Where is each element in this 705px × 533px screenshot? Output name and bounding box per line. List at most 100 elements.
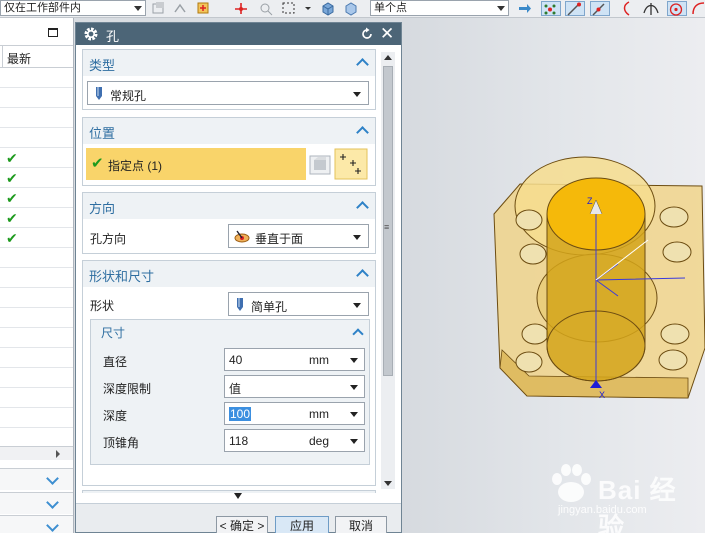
part-model[interactable]: Z X — [402, 18, 705, 533]
scroll-right-icon[interactable] — [56, 450, 60, 458]
list-item[interactable] — [0, 268, 73, 288]
dimensions-title: 尺寸 — [101, 326, 126, 340]
quadrant-icon[interactable] — [691, 1, 705, 16]
rectangle-select-icon[interactable] — [281, 1, 297, 16]
list-item[interactable] — [0, 108, 73, 128]
watermark-url: jingyan.baidu.com — [558, 504, 647, 516]
section-form-header[interactable]: 形状和尺寸 — [83, 261, 375, 287]
show-hide-icon[interactable] — [320, 1, 336, 16]
sketch-section-icon[interactable] — [309, 155, 331, 175]
dimensions-header[interactable]: 尺寸 — [91, 320, 369, 344]
list-item[interactable] — [0, 308, 73, 328]
part-navigator: 最新 ✔ ✔ ✔ ✔ ✔ — [0, 18, 74, 533]
list-item[interactable] — [0, 368, 73, 388]
cancel-button[interactable]: 取消 — [335, 516, 387, 533]
list-item[interactable]: ✔ — [0, 168, 73, 188]
chevron-down-icon[interactable] — [350, 439, 358, 444]
collapsed-panel-2[interactable] — [0, 492, 73, 514]
assembly-icon[interactable] — [151, 1, 167, 16]
snap-point-icon[interactable] — [196, 1, 212, 16]
chevron-up-icon[interactable] — [356, 58, 369, 71]
list-item[interactable] — [0, 128, 73, 148]
shape-label: 形状 — [90, 299, 115, 313]
list-item[interactable]: ✔ — [0, 188, 73, 208]
chevron-down-icon[interactable] — [350, 412, 358, 417]
diameter-unit: mm — [309, 353, 329, 367]
scroll-down-icon[interactable] — [384, 481, 392, 486]
list-item[interactable] — [0, 248, 73, 268]
section-type-header[interactable]: 类型 — [83, 50, 375, 76]
depth-unit: mm — [309, 407, 329, 421]
chevron-up-icon[interactable] — [352, 328, 364, 340]
list-item[interactable]: ✔ — [0, 228, 73, 248]
list-item[interactable]: ✔ — [0, 148, 73, 168]
list-item[interactable] — [0, 388, 73, 408]
chevron-up-icon[interactable] — [356, 201, 369, 214]
endpoint-snap-icon[interactable] — [565, 1, 585, 16]
check-icon: ✔ — [6, 210, 18, 226]
shape-select[interactable]: 简单孔 — [228, 292, 369, 316]
list-item[interactable]: ✔ — [0, 208, 73, 228]
chevron-down-icon[interactable] — [300, 1, 311, 16]
section-position-title: 位置 — [89, 126, 116, 141]
graphics-window[interactable]: Z X — [402, 18, 705, 533]
chevron-down-icon[interactable] — [350, 358, 358, 363]
axis-x-label: X — [599, 390, 605, 400]
section-position-header[interactable]: 位置 — [83, 118, 375, 144]
specify-point-row[interactable]: ✔ 指定点 (1) — [86, 148, 306, 180]
selection-filter-select[interactable]: 仅在工作部件内 — [0, 0, 146, 16]
chevron-down-icon — [353, 303, 361, 308]
list-item[interactable] — [0, 88, 73, 108]
section-boolean-header[interactable]: 布尔 — [83, 491, 375, 493]
collapsed-panel-1[interactable] — [0, 468, 73, 490]
midpoint-snap-icon[interactable] — [590, 1, 610, 16]
list-item[interactable] — [0, 328, 73, 348]
maximize-icon[interactable] — [48, 28, 58, 37]
curve-point-icon[interactable] — [619, 1, 635, 16]
navigator-column-header[interactable]: 最新 — [0, 46, 73, 68]
depth-limit-select[interactable]: 值 — [224, 375, 365, 398]
snap-type-select[interactable]: 单个点 — [370, 0, 509, 16]
chevron-down-icon — [134, 6, 142, 11]
cube-icon[interactable] — [343, 1, 359, 16]
list-item[interactable] — [0, 348, 73, 368]
intersection-icon[interactable] — [643, 1, 659, 16]
snap-grid-icon[interactable] — [541, 1, 561, 16]
move-icon[interactable] — [172, 1, 188, 16]
section-direction-header[interactable]: 方向 — [83, 193, 375, 219]
depth-field[interactable]: 100 mm — [224, 402, 365, 425]
check-icon: ✔ — [91, 155, 104, 172]
ok-button[interactable]: < 确定 > — [216, 516, 268, 533]
scrollbar-thumb[interactable] — [383, 66, 393, 376]
apply-button[interactable]: 应用 — [275, 516, 329, 533]
section-type: 类型 常规孔 — [82, 49, 376, 110]
list-item[interactable] — [0, 288, 73, 308]
chevron-down-icon — [353, 235, 361, 240]
dimensions-group: 尺寸 直径 40 mm 深度限制 值 深度 100 mm 顶锥角 118 deg — [90, 319, 370, 465]
arc-center-icon[interactable] — [667, 1, 687, 16]
reset-icon[interactable] — [360, 27, 374, 41]
collapsed-panel-3[interactable] — [0, 515, 73, 533]
point-dialog-icon[interactable] — [334, 148, 368, 180]
dialog-title: 孔 — [106, 29, 120, 44]
tip-angle-field[interactable]: 118 deg — [224, 429, 365, 452]
hole-direction-value: 垂直于面 — [255, 232, 304, 246]
chevron-up-icon[interactable] — [356, 269, 369, 282]
check-icon: ✔ — [6, 230, 18, 246]
shape-value: 简单孔 — [251, 300, 288, 314]
select-feature-icon[interactable] — [258, 1, 274, 16]
list-item[interactable] — [0, 408, 73, 428]
hole-direction-select[interactable]: 垂直于面 — [228, 224, 369, 248]
list-item[interactable] — [0, 68, 73, 88]
dialog-scrollbar[interactable]: ≡ — [381, 52, 395, 489]
arrow-right-icon[interactable] — [517, 1, 533, 16]
hole-type-select[interactable]: 常规孔 — [87, 81, 369, 105]
point-constructor-icon[interactable] — [233, 1, 249, 16]
chevron-down-icon — [46, 472, 59, 485]
more-options-icon[interactable] — [234, 493, 242, 499]
horizontal-scrollbar[interactable] — [0, 446, 73, 460]
scroll-up-icon[interactable] — [384, 55, 392, 60]
diameter-field[interactable]: 40 mm — [224, 348, 365, 371]
chevron-up-icon[interactable] — [356, 126, 369, 139]
close-icon[interactable]: ✕ — [380, 25, 394, 42]
